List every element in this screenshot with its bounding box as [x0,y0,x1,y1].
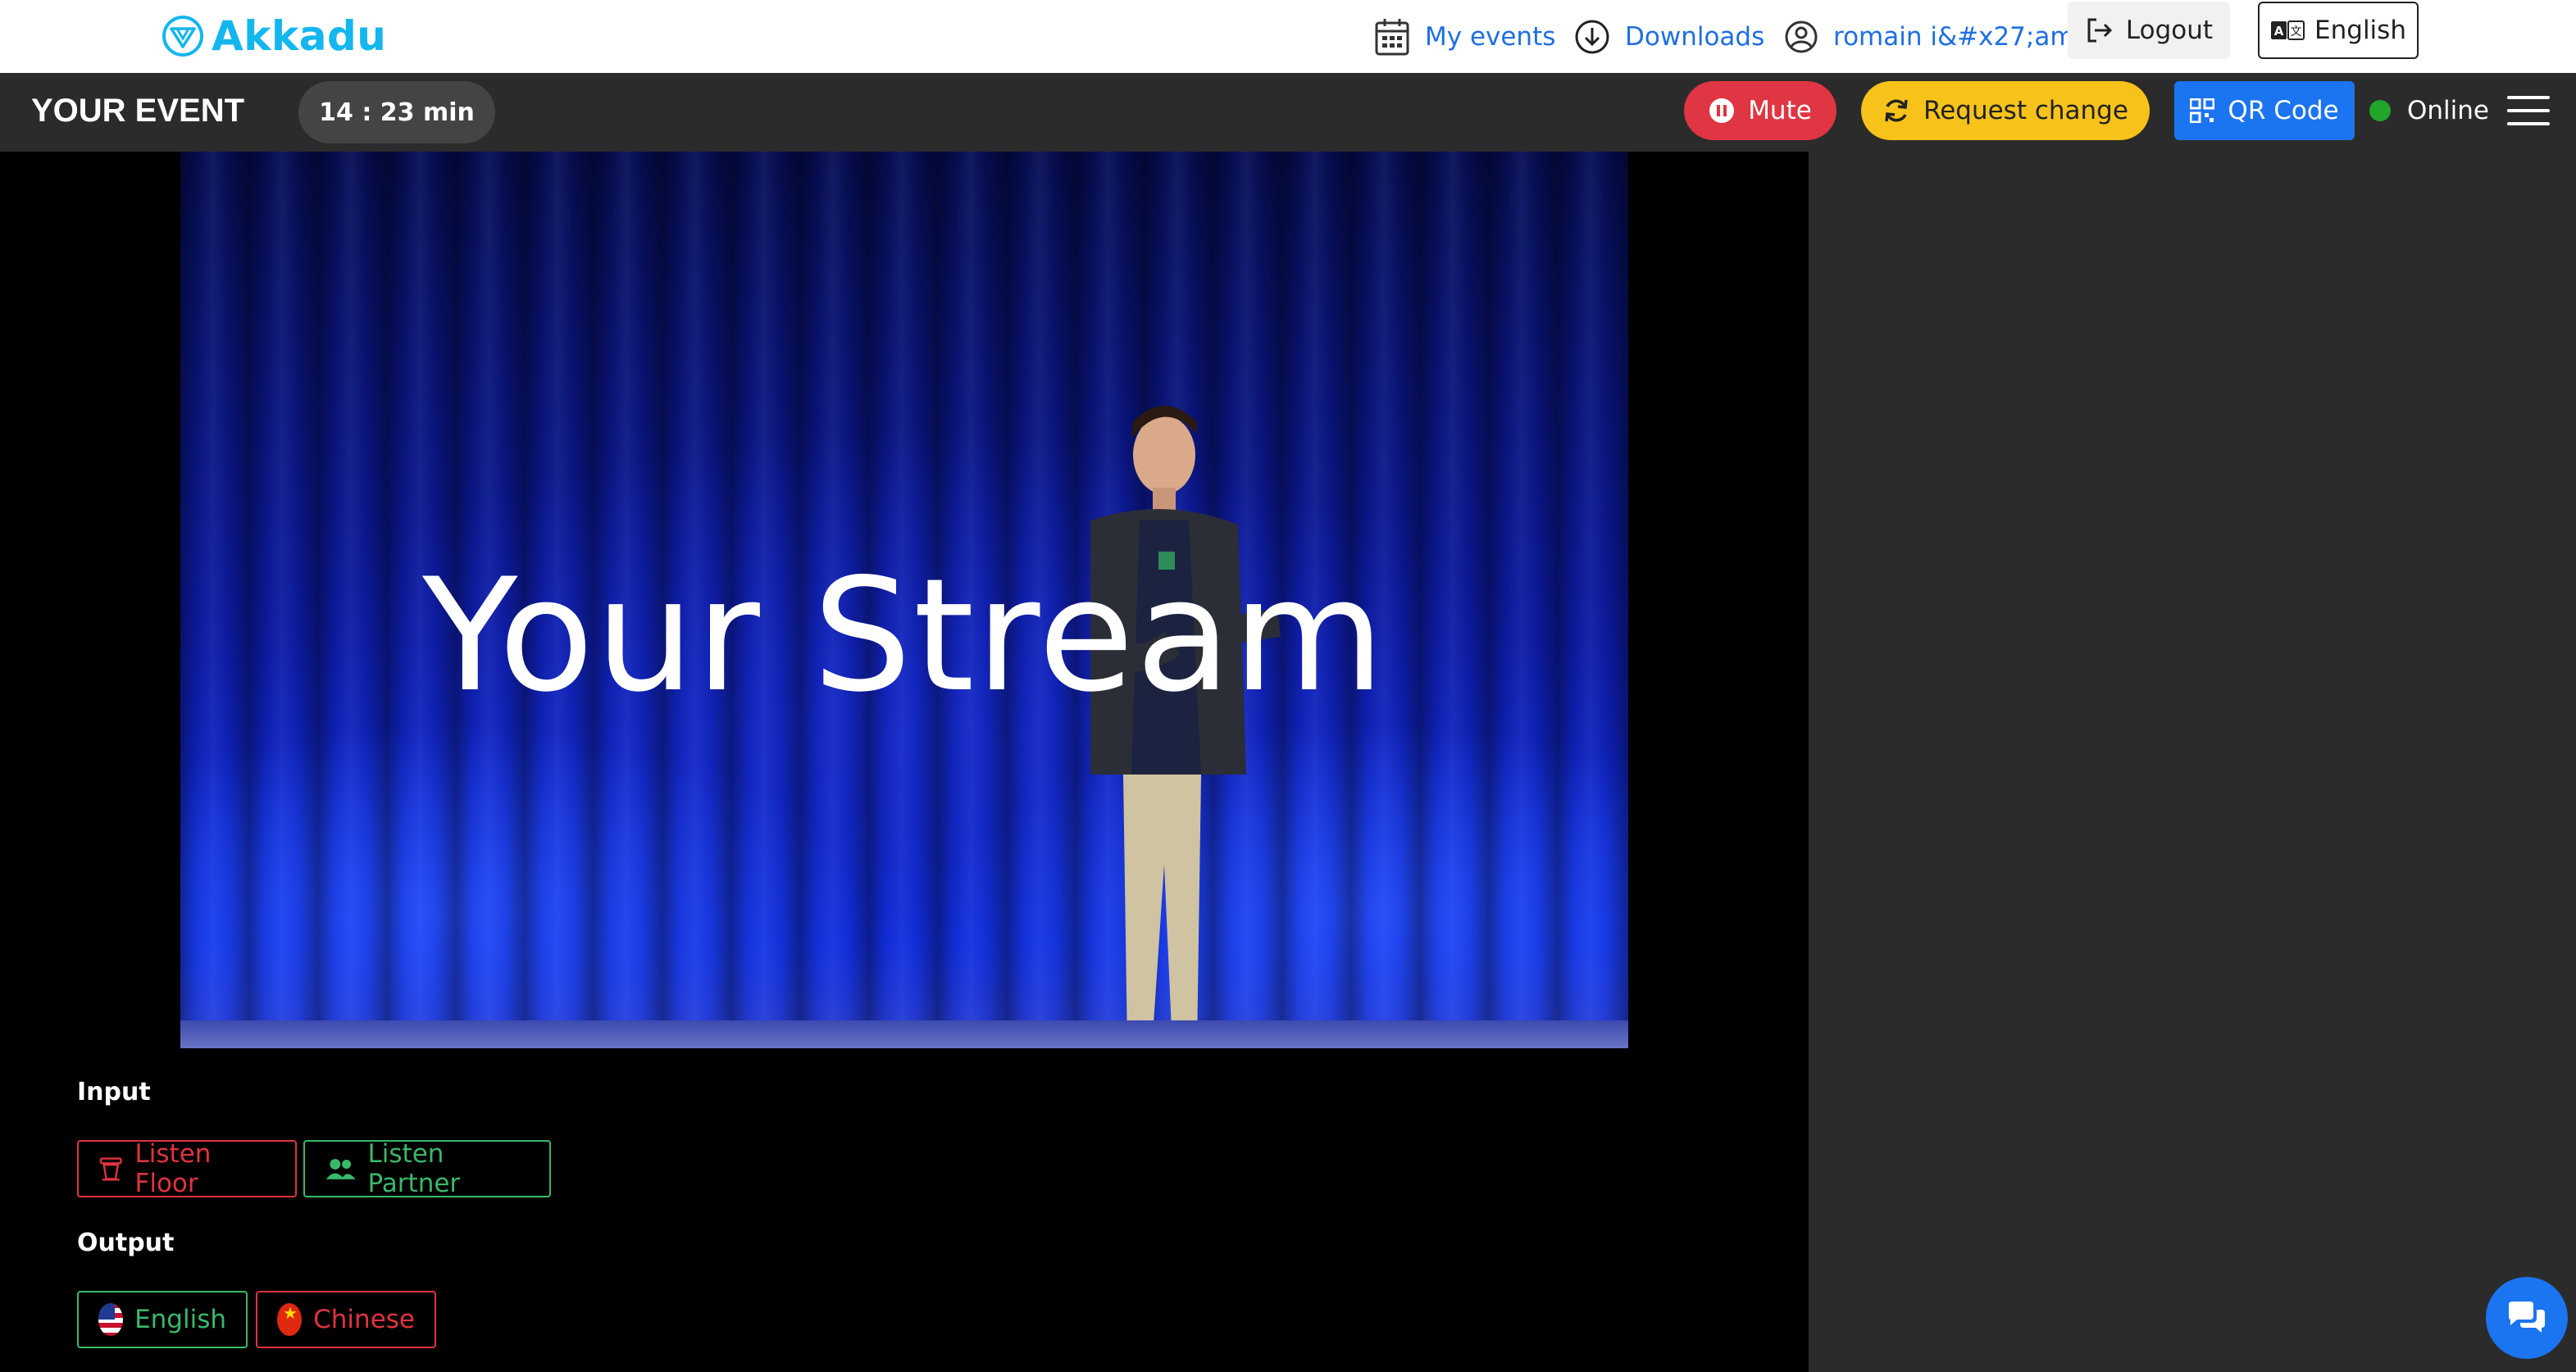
user-profile-link[interactable]: romain i&#x27;am [1784,10,2075,64]
online-indicator [2369,100,2391,121]
downloads-label: Downloads [1625,22,1765,52]
users-icon [325,1159,356,1179]
qr-code-icon [2190,98,2215,123]
output-english-label: English [134,1305,226,1334]
video-stream[interactable]: Your Stream [180,152,1628,1048]
user-avatar-icon [1785,20,1818,53]
output-english-button[interactable]: English [77,1291,248,1348]
podium-icon [99,1157,122,1181]
listen-floor-button[interactable]: Listen Floor [77,1139,297,1198]
qr-code-label: QR Code [2228,96,2339,125]
chat-icon [2509,1302,2545,1333]
output-chinese-label: Chinese [313,1305,415,1334]
mute-label: Mute [1748,96,1812,125]
us-flag-icon [98,1303,124,1336]
qr-code-button[interactable]: QR Code [2174,81,2355,140]
downloads-link[interactable]: Downloads [1574,10,1764,64]
request-change-button[interactable]: Request change [1861,81,2150,140]
svg-text:A: A [2274,24,2284,39]
akkadu-logo-icon [162,16,203,57]
calendar-icon [1375,19,1409,56]
user-name: romain i&#x27;am [1833,22,2075,52]
my-events-label: My events [1425,22,1556,52]
request-change-label: Request change [1923,96,2128,125]
brand-name: Akkadu [212,12,387,60]
event-title: YOUR EVENT [31,93,245,129]
logout-button[interactable]: Logout [2068,2,2230,59]
status-label: Online [2407,96,2489,125]
china-flag-icon [277,1303,303,1336]
output-section-label: Output [77,1229,175,1257]
event-timer: 14 : 23 min [298,81,495,143]
refresh-icon [1885,99,1908,122]
main-content: Your Stream Input Listen Floor Listen Pa… [0,152,1809,1372]
logout-icon [2087,18,2113,43]
chat-button[interactable] [2486,1277,2568,1359]
connection-status: Online [2369,81,2489,140]
input-section-label: Input [77,1078,151,1106]
translate-icon: A 文 [2271,20,2305,40]
stream-caption: Your Stream [422,545,1386,726]
brand-logo[interactable]: Akkadu [161,5,386,67]
language-selector[interactable]: A 文 English [2258,2,2419,59]
mute-button[interactable]: Mute [1684,81,1836,140]
download-icon [1575,20,1609,54]
svg-text:文: 文 [2291,25,2302,39]
menu-icon[interactable] [2507,96,2550,129]
logout-label: Logout [2125,16,2214,45]
language-label: English [2314,16,2406,45]
my-events-link[interactable]: My events [1374,10,1555,64]
top-navbar: Akkadu My events Downloads romain i&#x27… [0,0,2576,74]
pause-icon [1709,98,1735,123]
side-panel [1809,152,2576,1372]
event-header-bar: YOUR EVENT 14 : 23 min Mute Request chan… [0,73,2576,152]
output-chinese-button[interactable]: Chinese [256,1291,436,1348]
listen-partner-button[interactable]: Listen Partner [303,1139,551,1198]
listen-partner-label: Listen Partner [367,1139,461,1198]
listen-floor-label: Listen Floor [134,1139,212,1198]
stage-floor [180,1020,1628,1048]
